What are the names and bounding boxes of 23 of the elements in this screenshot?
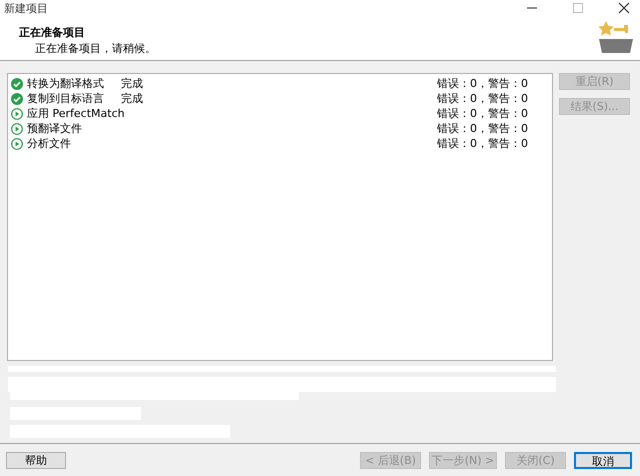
check-circle-icon [11, 78, 23, 90]
header-title: 正在准备项目 [19, 25, 86, 40]
play-circle-icon [11, 138, 23, 150]
task-result: 错误：0，警告：0 [437, 121, 528, 136]
task-result: 错误：0，警告：0 [437, 76, 528, 91]
task-name: 预翻译文件 [27, 121, 83, 136]
window-title: 新建项目 [4, 0, 48, 16]
play-circle-icon [11, 122, 23, 134]
help-button[interactable]: 帮助 [6, 452, 66, 468]
basket-star-icon [598, 19, 634, 55]
task-status: 完成 [121, 76, 144, 91]
task-result: 错误：0，警告：0 [437, 136, 528, 151]
task-status: 完成 [121, 91, 144, 106]
task-name: 复制到目标语言 [27, 91, 105, 106]
task-result: 错误：0，警告：0 [437, 106, 528, 121]
header-subtitle: 正在准备项目，请稍候。 [34, 41, 156, 56]
task-name: 分析文件 [27, 136, 72, 151]
close-icon[interactable] [618, 2, 630, 14]
task-result: 错误：0，警告：0 [437, 91, 528, 106]
check-circle-icon [11, 92, 23, 104]
play-circle-icon [11, 108, 23, 120]
task-name: 转换为翻译格式 [27, 76, 105, 91]
wizard-button[interactable]: 取消 [574, 452, 632, 468]
